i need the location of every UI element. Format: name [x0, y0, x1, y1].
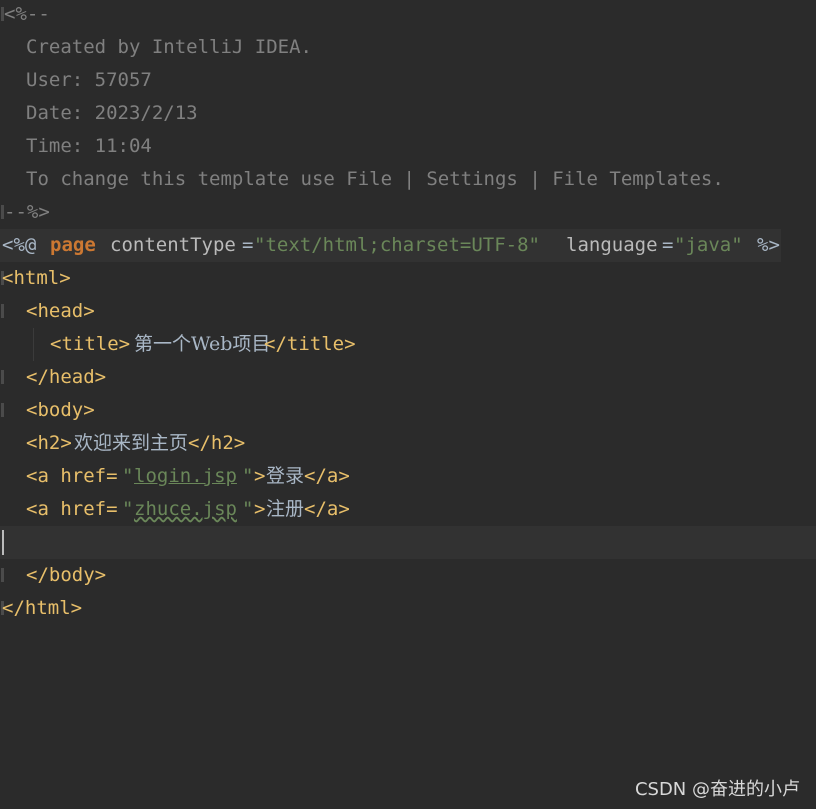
code-line: Created by IntelliJ IDEA. [0, 31, 816, 64]
a-gt: > [254, 498, 266, 520]
code-line: <title> 第一个Web项目 </title> [0, 328, 816, 361]
head-open-tag: <head> [26, 300, 95, 322]
page-directive-line: <%@ page contentType = "text/html;charse… [0, 229, 781, 262]
h2-close-tag: </h2> [188, 432, 246, 454]
fold-marker[interactable] [1, 304, 4, 318]
directive-keyword: page [50, 234, 96, 256]
code-line: </head> [0, 361, 816, 394]
a-open-tag: <a href= [26, 498, 118, 520]
a-close-tag: </a> [304, 498, 350, 520]
comment-date: Date: 2023/2/13 [26, 102, 198, 124]
comment-user: User: 57057 [26, 69, 152, 91]
a-open-tag: <a href= [26, 465, 118, 487]
fold-marker[interactable] [1, 568, 4, 582]
body-close-tag: </body> [26, 564, 107, 586]
code-line: </html> [0, 592, 816, 625]
code-line: <a href= " login.jsp " > 登录 </a> [0, 460, 816, 493]
fold-marker[interactable] [1, 403, 4, 417]
title-close-tag: </title> [264, 333, 356, 355]
href-quote: " [242, 465, 254, 487]
directive-open: <%@ [2, 234, 37, 256]
register-link-text: 注册 [266, 498, 305, 520]
href-quote: " [242, 498, 254, 520]
head-close-tag: </head> [26, 366, 107, 388]
href-login-link[interactable]: login.jsp [134, 460, 237, 493]
html-close-tag: </html> [2, 597, 83, 619]
directive-eq: = [242, 234, 254, 256]
body-open-tag: <body> [26, 399, 95, 421]
href-zhuce-link[interactable]: zhuce.jsp [134, 493, 237, 526]
fold-marker[interactable] [1, 370, 4, 384]
code-line: <head> [0, 295, 816, 328]
directive-close: %> [757, 234, 780, 256]
h2-text: 欢迎来到主页 [74, 432, 189, 454]
text-caret [2, 530, 4, 555]
title-text: 第一个Web项目 [134, 333, 271, 355]
directive-value-contenttype: "text/html;charset=UTF-8" [254, 234, 540, 256]
code-editor[interactable]: <%-- Created by IntelliJ IDEA. User: 570… [0, 0, 816, 809]
code-line: To change this template use File | Setti… [0, 163, 816, 196]
code-line: <a href= " zhuce.jsp " > 注册 </a> [0, 493, 816, 553]
href-quote: " [122, 465, 134, 487]
login-link-text: 登录 [266, 465, 305, 487]
title-open-tag: <title> [50, 333, 131, 355]
code-line: --%> [0, 196, 816, 229]
comment-time: Time: 11:04 [26, 135, 152, 157]
h2-open-tag: <h2> [26, 432, 72, 454]
code-line: <h2> 欢迎来到主页 </h2> [0, 427, 816, 460]
code-line: <body> [0, 394, 816, 427]
indent-guide [33, 328, 34, 361]
a-close-tag: </a> [304, 465, 350, 487]
comment-close: --%> [4, 201, 50, 223]
href-quote: " [122, 498, 134, 520]
html-open-tag: <html> [2, 267, 71, 289]
comment-created-by: Created by IntelliJ IDEA. [26, 36, 312, 58]
code-line: User: 57057 [0, 64, 816, 97]
directive-value-language: "java" [674, 234, 743, 256]
code-line: Time: 11:04 [0, 130, 816, 163]
code-line: <html> [0, 262, 816, 295]
directive-eq: = [662, 234, 674, 256]
code-line: Date: 2023/2/13 [0, 97, 816, 130]
code-line: </body> [0, 559, 816, 592]
a-gt: > [254, 465, 266, 487]
current-line[interactable] [0, 526, 816, 559]
comment-note: To change this template use File | Setti… [26, 168, 724, 190]
directive-attr-contenttype: contentType [110, 234, 236, 256]
code-line: <%-- [0, 0, 816, 31]
comment-open: <%-- [4, 3, 50, 25]
directive-attr-language: language [566, 234, 658, 256]
watermark: CSDN @奋进的小卢 [634, 779, 800, 800]
